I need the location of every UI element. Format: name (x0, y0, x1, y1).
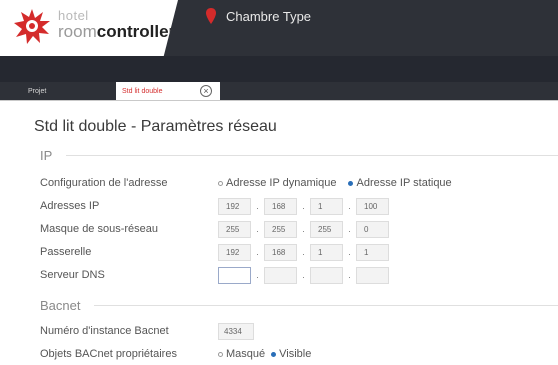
octet-separator: . (302, 201, 305, 211)
field-label: Masque de sous-réseau (40, 223, 159, 235)
logo-text: hotel roomcontroller (58, 9, 175, 40)
ip-octet-4[interactable] (356, 197, 389, 215)
close-icon[interactable]: × (200, 85, 212, 97)
bacnet-instance-row: Numéro d'instance Bacnet (40, 321, 254, 341)
section-divider (94, 305, 558, 306)
octet-separator: . (348, 270, 351, 280)
logo-room: room (58, 22, 97, 41)
radio-static-ip[interactable]: Adresse IP statique (348, 177, 452, 189)
radio-label: Masqué (226, 348, 266, 360)
mask-octet-1[interactable] (218, 220, 251, 238)
octet-separator: . (348, 247, 351, 257)
ip-address-row: Adresses IP . . . (40, 196, 389, 216)
octet-separator: . (302, 224, 305, 234)
field-label: Passerelle (40, 246, 92, 258)
bacnet-objects-row: Objets BACnet propriétaires Masqué Visib… (40, 344, 323, 364)
octet-separator: . (348, 201, 351, 211)
top-bar: hotel roomcontroller Chambre Type (0, 0, 558, 56)
octet-separator: . (348, 224, 351, 234)
address-config-row: Configuration de l'adresse Adresse IP dy… (40, 173, 464, 193)
octet-separator: . (256, 247, 259, 257)
radio-hidden[interactable]: Masqué (218, 348, 265, 360)
secondary-toolbar (0, 56, 558, 82)
subnet-mask-row: Masque de sous-réseau . . . (40, 219, 389, 239)
bacnet-instance-input[interactable] (218, 322, 254, 340)
gateway-octet-1[interactable] (218, 243, 251, 261)
octet-separator: . (256, 270, 259, 280)
context-header: Chambre Type (206, 8, 311, 24)
field-label: Adresses IP (40, 200, 100, 212)
dns-octet-1[interactable] (218, 266, 251, 284)
tab-label: Std lit double (122, 87, 163, 95)
section-title: Bacnet (40, 298, 81, 313)
gateway-octet-3[interactable] (310, 243, 343, 261)
field-label: Numéro d'instance Bacnet (40, 325, 169, 337)
tab-std-lit-double[interactable]: Std lit double × (116, 82, 220, 100)
octet-separator: . (302, 247, 305, 257)
tab-projet[interactable]: Projet (28, 82, 46, 100)
gateway-octet-4[interactable] (356, 243, 389, 261)
radio-visible[interactable]: Visible (271, 348, 311, 360)
radio-label: Visible (279, 348, 312, 360)
dns-server-row: Serveur DNS . . . (40, 265, 389, 285)
section-bacnet: Bacnet (40, 298, 558, 313)
context-title: Chambre Type (226, 8, 312, 24)
field-label: Serveur DNS (40, 269, 105, 281)
radio-dot-selected (271, 351, 277, 357)
dns-octet-4[interactable] (356, 266, 389, 284)
logo-roomcontroller: roomcontroller (58, 23, 175, 40)
field-label: Objets BACnet propriétaires (40, 348, 177, 360)
ip-octet-1[interactable] (218, 197, 251, 215)
page-title: Std lit double - Paramètres réseau (34, 118, 277, 135)
tab-bar: Projet Std lit double × (0, 82, 558, 100)
logo-panel: hotel roomcontroller (0, 0, 178, 56)
room-pin-icon (206, 8, 216, 24)
divider (0, 100, 558, 101)
dns-octet-2[interactable] (264, 266, 297, 284)
mask-octet-3[interactable] (310, 220, 343, 238)
mask-octet-4[interactable] (356, 220, 389, 238)
radio-dynamic-ip[interactable]: Adresse IP dynamique (218, 177, 336, 189)
section-ip: IP (40, 148, 558, 163)
radio-label: Adresse IP statique (356, 177, 452, 189)
ip-octet-3[interactable] (310, 197, 343, 215)
logo-hotel: hotel (58, 8, 89, 23)
logo-controller: controller (96, 22, 176, 41)
octet-separator: . (256, 224, 259, 234)
ip-octet-2[interactable] (264, 197, 297, 215)
section-title: IP (40, 148, 53, 163)
mask-octet-2[interactable] (264, 220, 297, 238)
gateway-row: Passerelle . . . (40, 242, 389, 262)
radio-dot-selected (348, 180, 354, 186)
radio-dot (218, 180, 223, 186)
section-divider (66, 155, 558, 156)
octet-separator: . (256, 201, 259, 211)
logo-splash-icon (14, 9, 50, 44)
radio-label: Adresse IP dynamique (226, 177, 337, 189)
radio-dot (218, 351, 223, 357)
dns-octet-3[interactable] (310, 266, 343, 284)
gateway-octet-2[interactable] (264, 243, 297, 261)
octet-separator: . (302, 270, 305, 280)
field-label: Configuration de l'adresse (40, 177, 168, 189)
